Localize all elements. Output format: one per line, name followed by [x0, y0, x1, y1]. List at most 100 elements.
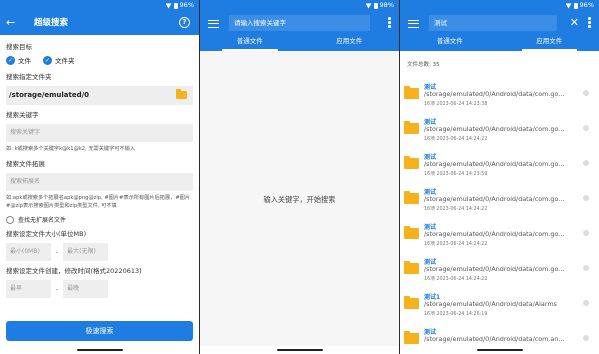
keyword-label: 搜索关键字: [6, 111, 39, 119]
back-arrow-icon[interactable]: ←: [6, 16, 15, 30]
battery-level: 98%: [379, 1, 394, 9]
size-min-input[interactable]: 最小(0MB): [6, 243, 51, 261]
folder-icon: [404, 261, 419, 274]
more-options-icon[interactable]: [588, 17, 591, 29]
time-label: 搜索设定文件创建，修改时间(格式20220613): [6, 267, 142, 275]
app-bar: ← 超级搜索 ?: [0, 11, 199, 35]
status-bar: 98%: [200, 0, 399, 11]
select-radio-icon[interactable]: [583, 195, 589, 201]
folder-icon: [404, 86, 419, 99]
file-meta: 16项 2023-06-24 14:23:59: [424, 172, 488, 177]
gesture-bar: [200, 346, 399, 354]
file-path: /storage/emulated/0/Android/data/com.go.…: [424, 265, 565, 273]
battery-level: 96%: [179, 1, 194, 9]
target-label: 搜索目标: [6, 43, 32, 51]
help-icon[interactable]: ?: [179, 17, 190, 28]
file-meta: 16项 2023-06-24 14:24:22: [424, 242, 488, 247]
folder-icon: [404, 226, 419, 239]
file-path: /storage/emulated/0/Android/data/Alarms: [424, 300, 557, 308]
check-icon: ✓: [6, 55, 15, 65]
size-label: 搜索设定文件大小(单位MB): [6, 230, 87, 238]
checkbox-file[interactable]: ✓ 文件: [6, 55, 31, 65]
check-icon: ✓: [43, 55, 52, 65]
more-options-icon[interactable]: [388, 17, 391, 29]
select-radio-icon[interactable]: [583, 300, 589, 306]
tab-app-files[interactable]: 应用文件: [500, 35, 599, 51]
select-radio-icon[interactable]: [583, 265, 589, 271]
select-radio-icon[interactable]: [583, 125, 589, 131]
select-radio-icon[interactable]: [583, 160, 589, 166]
list-item[interactable]: 测试 /storage/emulated/0/Android/data/com.…: [400, 181, 599, 216]
battery-level: 96%: [579, 1, 594, 9]
list-item[interactable]: 测试 /storage/emulated/0/Android/data/com.…: [400, 76, 599, 111]
file-path: /storage/emulated/0/Android/data/com.an.…: [424, 335, 565, 343]
extension-label: 搜索文件拓展: [6, 160, 45, 168]
search-app-bar: 测试 ✕ 普通文件 应用文件: [400, 11, 599, 51]
search-app-bar: 请输入搜索关键字 普通文件 应用文件: [200, 11, 399, 51]
file-meta: 16项 2023-06-24 14:24:22: [424, 137, 488, 142]
menu-icon[interactable]: [408, 20, 419, 28]
search-empty-screen: 98% 请输入搜索关键字 普通文件 应用文件 输入关键字，开始搜索: [200, 0, 399, 354]
time-start-input[interactable]: 最早: [6, 280, 51, 298]
wifi-icon: [565, 3, 572, 9]
wifi-icon: [365, 3, 372, 9]
gesture-bar: [400, 346, 599, 354]
list-item[interactable]: 测试 /storage/emulated/0/Android/data/com.…: [400, 216, 599, 251]
file-meta: 16项 2023-06-24 14:26:19: [424, 312, 488, 317]
file-path: /storage/emulated/0/Android/data/com.go.…: [424, 230, 565, 238]
select-radio-icon[interactable]: [583, 90, 589, 96]
file-count: 文件总数: 35: [407, 62, 440, 68]
search-input[interactable]: 测试: [429, 15, 557, 31]
folder-icon: [404, 156, 419, 169]
extension-hint: 如:apk或搜索多个拓展名apk@png@zip, #图片#表示所有图片后拓展，…: [6, 195, 191, 209]
select-radio-icon[interactable]: [583, 230, 589, 236]
file-list: 测试 /storage/emulated/0/Android/data/com.…: [400, 76, 599, 354]
list-item[interactable]: 测试 /storage/emulated/0/Android/data/com.…: [400, 251, 599, 286]
advanced-search-screen: 96% ← 超级搜索 ? 搜索目标 ✓ 文件 ✓ 文件夹 搜索指定文件夹 /st…: [0, 0, 199, 354]
tab-normal-files[interactable]: 普通文件: [400, 35, 500, 51]
gesture-bar: [0, 346, 199, 354]
checkbox-folder[interactable]: ✓ 文件夹: [43, 55, 75, 65]
size-max-input[interactable]: 最大(无限): [63, 243, 109, 261]
file-path: /storage/emulated/0/Android/data/com.go.…: [424, 195, 565, 203]
folder-icon: [404, 121, 419, 134]
folder-icon: [404, 191, 419, 204]
empty-state-message: 输入关键字，开始搜索: [263, 195, 336, 204]
radio-icon: [6, 215, 14, 224]
tab-app-files[interactable]: 应用文件: [300, 35, 400, 51]
file-path: /storage/emulated/0/Android/data/com.go.…: [424, 125, 565, 133]
battery-icon: [573, 2, 578, 9]
file-meta: 16项 2023-06-24 14:23:38: [424, 102, 488, 107]
time-end-input[interactable]: 最晚: [63, 280, 109, 298]
select-radio-icon[interactable]: [583, 335, 589, 341]
folder-picker-icon[interactable]: [176, 89, 187, 99]
no-extension-option[interactable]: 查找无扩展名文件: [6, 215, 193, 224]
wifi-icon: [165, 3, 172, 9]
extension-input[interactable]: 搜索拓展名: [6, 173, 193, 191]
file-path: /storage/emulated/0/Android/data/com.go.…: [424, 90, 565, 98]
file-meta: 16项 2023-06-24 14:24:22: [424, 277, 488, 282]
battery-icon: [373, 2, 378, 9]
menu-icon[interactable]: [208, 20, 219, 28]
file-meta: 16项 2023-06-24 14:24:22: [424, 207, 488, 212]
search-results-screen: 96% 测试 ✕ 普通文件 应用文件 文件总数: 35 测试 /storage/…: [400, 0, 599, 354]
search-form: 搜索目标 ✓ 文件 ✓ 文件夹 搜索指定文件夹 /storage/emulate…: [0, 35, 199, 298]
list-item[interactable]: 测试1 /storage/emulated/0/Android/data/Ala…: [400, 286, 599, 321]
status-bar: 96%: [400, 0, 599, 11]
folder-label: 搜索指定文件夹: [6, 73, 52, 81]
list-item[interactable]: 测试 /storage/emulated/0/Android/data/com.…: [400, 146, 599, 181]
file-path: /storage/emulated/0/Android/data/com.go.…: [424, 160, 565, 168]
keyword-input[interactable]: 搜索关键字: [6, 124, 193, 142]
search-button[interactable]: 极速搜索: [6, 321, 193, 341]
tab-normal-files[interactable]: 普通文件: [200, 35, 300, 51]
folder-icon: [404, 331, 419, 344]
clear-search-icon[interactable]: ✕: [570, 15, 579, 31]
battery-icon: [173, 2, 178, 9]
list-item[interactable]: 测试 /storage/emulated/0/Android/data/com.…: [400, 111, 599, 146]
keyword-hint: 如: k或搜索多个关键字k@k1@k2, 无需关键字可不输入: [6, 146, 136, 152]
folder-path-field[interactable]: /storage/emulated/0: [6, 86, 193, 105]
folder-icon: [404, 296, 419, 309]
status-bar: 96%: [0, 0, 199, 11]
page-title: 超级搜索: [34, 18, 69, 28]
search-input[interactable]: 请输入搜索关键字: [229, 15, 370, 31]
